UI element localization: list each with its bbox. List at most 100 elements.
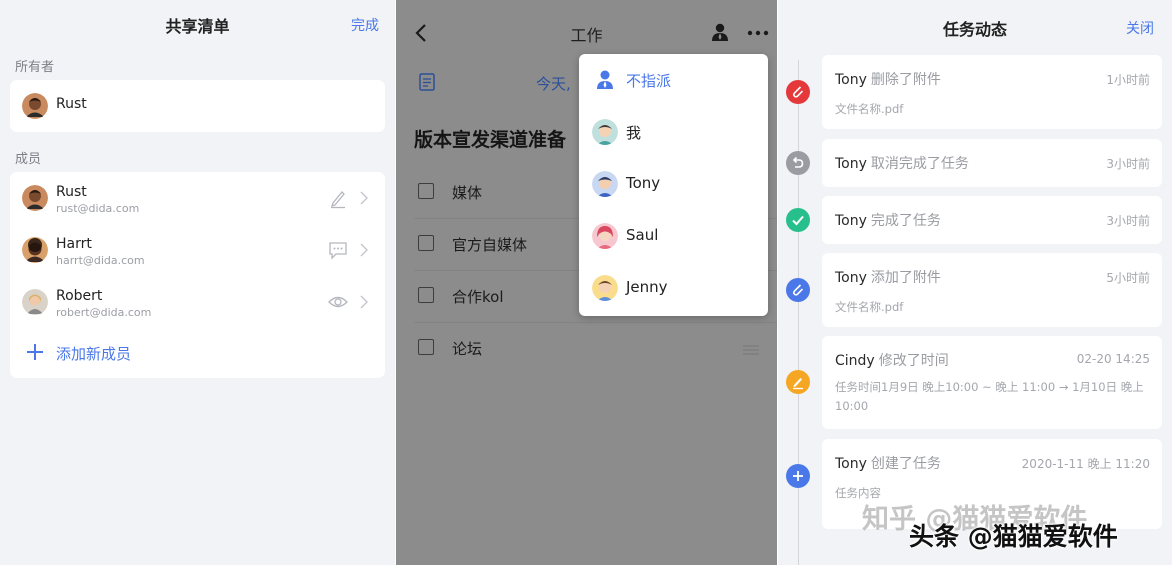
activity-item[interactable]: Tony 完成了任务 3小时前 [822,196,1162,244]
owner-name: Rust [56,96,87,112]
owner-card: Rust [10,80,385,132]
activity-user: Tony [835,156,867,172]
members-card: Rust rust@dida.com Harrt harrt@dida.com [10,172,385,378]
assign-option-me[interactable]: 我 [579,106,768,158]
activity-panel: 任务动态 关闭 Tony 删除了附件 1小时前 文件名称.pdf Tony 取消完成… [778,0,1172,565]
timeline-line [798,60,799,565]
subtask-label: 论坛 [452,340,483,358]
activity-text: Tony 取消完成了任务 [835,153,969,173]
activity-text: Tony 删除了附件 [835,69,941,89]
activity-title: 任务动态 [942,20,1007,39]
activity-time: 2020-1-11 晚上 11:20 [1021,457,1150,471]
activity-time: 5小时前 [1106,271,1150,285]
more-icon[interactable] [746,22,770,42]
activity-time: 1小时前 [1106,73,1150,87]
task-title[interactable]: 版本宣发渠道准备 [414,125,566,152]
assign-option-label: Saul [626,226,659,244]
activity-item[interactable]: Tony 取消完成了任务 3小时前 [822,139,1162,187]
member-name: Robert [56,288,103,304]
add-member-label: 添加新成员 [56,345,132,363]
avatar [592,119,618,145]
activity-time: 3小时前 [1106,157,1150,171]
chevron-right-icon [359,293,369,311]
member-row[interactable]: Rust rust@dida.com [10,172,385,224]
owner-section-label: 所有者 [15,60,55,75]
activity-action: 取消完成了任务 [870,156,969,172]
assign-dropdown: 不指派 我 Tony Saul Jenny [579,54,768,316]
member-name: Harrt [56,236,92,252]
activity-user: Tony [835,456,867,472]
checkbox[interactable] [418,235,434,251]
activity-detail: 任务时间1月9日 晚上10:00 ~ 晚上 11:00 → 1月10日 晚上10… [835,380,1144,413]
due-date-label[interactable]: 今天, [536,73,571,94]
checkbox[interactable] [418,339,434,355]
assign-option-jenny[interactable]: Jenny [579,262,768,314]
member-email: rust@dida.com [56,202,140,215]
share-list-title: 共享清单 [165,17,230,36]
avatar [592,275,618,301]
member-row[interactable]: Robert robert@dida.com [10,276,385,328]
activity-item[interactable]: Tony 添加了附件 5小时前 文件名称.pdf [822,253,1162,327]
subtask-label: 合作kol [452,288,504,306]
assign-option-label: 我 [626,124,642,142]
activity-text: Tony 添加了附件 [835,267,941,287]
subtask-label: 官方自媒体 [452,236,528,254]
close-button[interactable]: 关闭 [1126,18,1154,38]
assign-option-saul[interactable]: Saul [579,210,768,262]
activity-action: 添加了附件 [870,270,941,286]
avatar [22,185,48,211]
checkbox[interactable] [418,183,434,199]
document-icon[interactable] [418,72,436,92]
comment-icon[interactable] [327,239,349,261]
activity-text: Tony 创建了任务 [835,453,941,473]
member-row[interactable]: Harrt harrt@dida.com [10,224,385,276]
assign-option-label: Jenny [626,278,668,296]
watermark-toutiao: 头条 @猫猫爱软件 [909,522,1118,551]
activity-action: 删除了附件 [870,72,941,88]
done-button[interactable]: 完成 [351,15,379,35]
activity-item[interactable]: Tony 删除了附件 1小时前 文件名称.pdf [822,55,1162,129]
assign-option-tony[interactable]: Tony [579,158,768,210]
chevron-right-icon [359,241,369,259]
drag-handle-icon[interactable] [743,341,759,355]
share-list-header: 共享清单 完成 [0,0,395,48]
add-member-button[interactable]: 添加新成员 [10,328,385,378]
activity-action: 创建了任务 [870,456,941,472]
unassigned-icon [592,67,618,93]
pencil-icon [786,370,810,394]
activity-detail[interactable]: 文件名称.pdf [835,100,1150,119]
subtask-label: 媒体 [452,184,483,202]
activity-action: 修改了时间 [878,353,949,369]
owner-row[interactable]: Rust [10,80,385,132]
attachment-icon [786,80,810,104]
activity-action: 完成了任务 [870,213,941,229]
activity-time: 3小时前 [1106,214,1150,228]
activity-time: 02-20 14:25 [1076,352,1150,366]
activity-user: Tony [835,270,867,286]
avatar [22,93,48,119]
activity-item[interactable]: Cindy 修改了时间 02-20 14:25 任务时间1月9日 晚上10:00 … [822,336,1162,429]
activity-text: Cindy 修改了时间 [835,350,949,370]
avatar [592,223,618,249]
member-name: Rust [56,184,87,200]
undo-icon [786,151,810,175]
plus-icon [786,464,810,488]
assignee-icon[interactable] [710,22,730,42]
avatar [22,237,48,263]
share-list-panel: 共享清单 完成 所有者 Rust 成员 Rust rust@dida.com H… [0,0,395,565]
member-email: harrt@dida.com [56,254,145,267]
subtask-row[interactable]: 论坛 [414,323,777,375]
check-icon [786,208,810,232]
pencil-icon[interactable] [327,187,349,209]
activity-user: Tony [835,72,867,88]
attachment-icon [786,278,810,302]
assign-option-none[interactable]: 不指派 [579,54,768,106]
activity-user: Cindy [835,353,875,369]
avatar [22,289,48,315]
member-email: robert@dida.com [56,306,152,319]
assign-option-label: Tony [626,174,661,192]
checkbox[interactable] [418,287,434,303]
assign-option-label: 不指派 [626,72,672,90]
eye-icon[interactable] [327,291,349,313]
activity-detail[interactable]: 文件名称.pdf [835,298,1150,317]
